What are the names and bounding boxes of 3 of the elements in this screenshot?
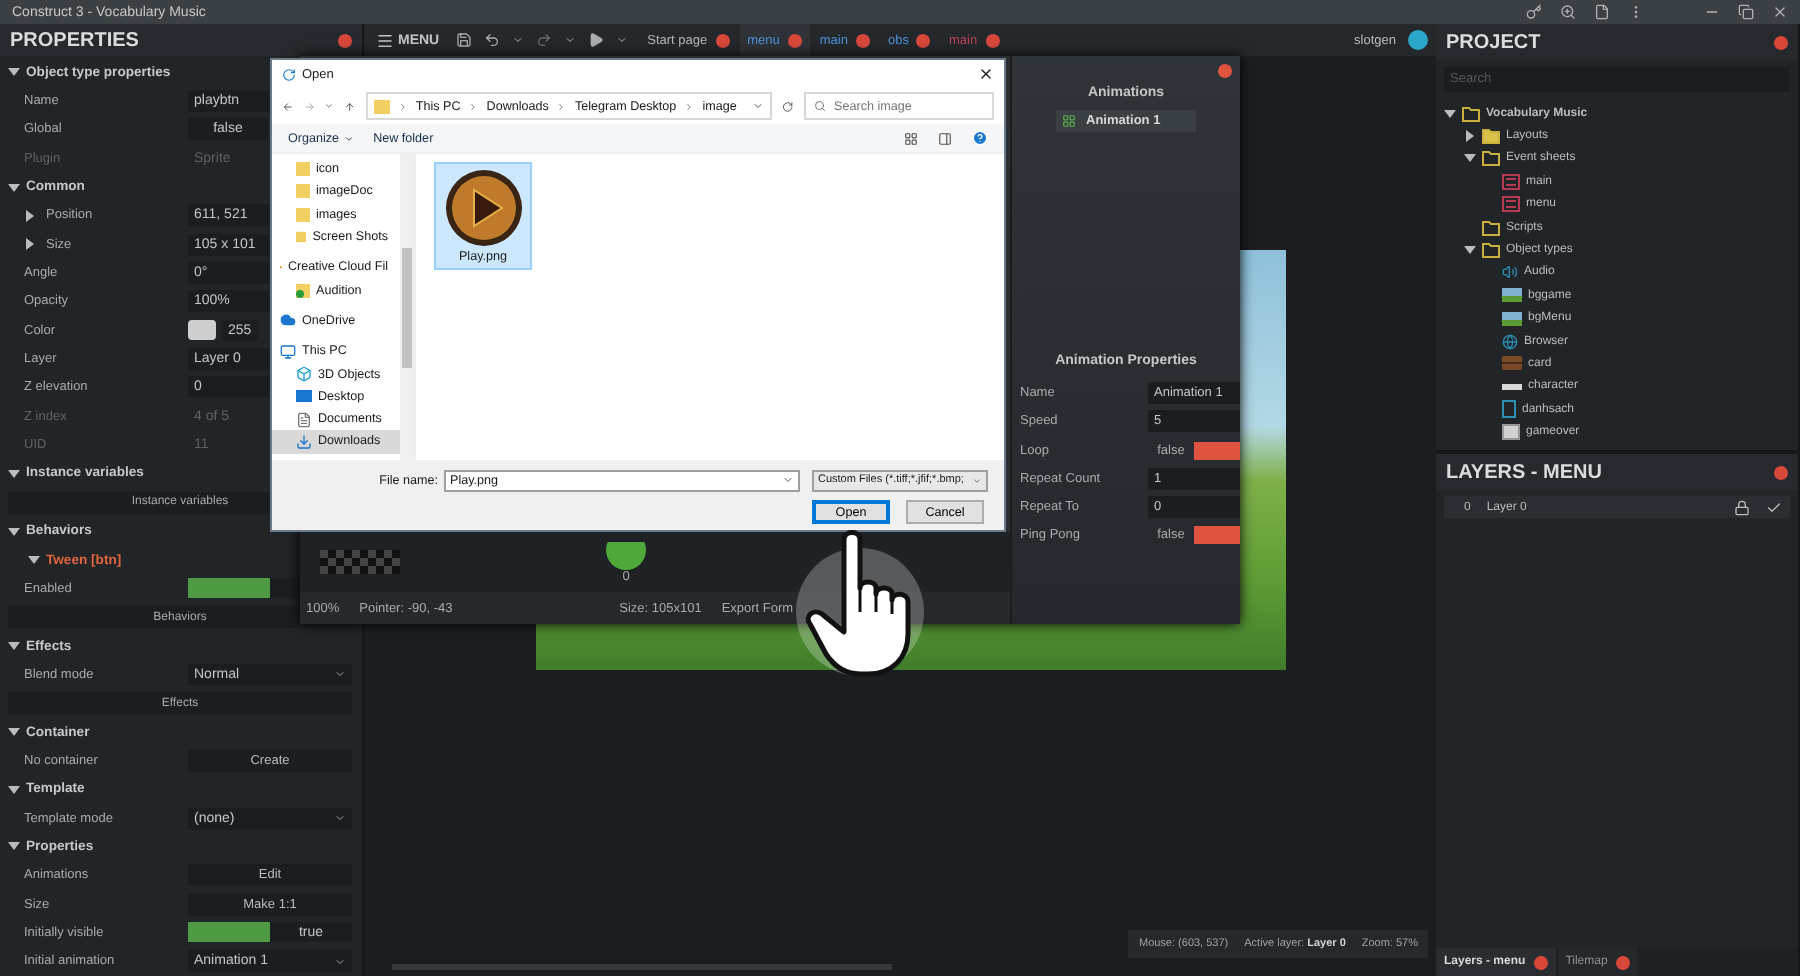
panel-title: PROJECT	[1446, 31, 1541, 53]
panel-title: LAYERS - MENU	[1446, 461, 1602, 483]
panel-title: PROPERTIES	[10, 29, 139, 51]
